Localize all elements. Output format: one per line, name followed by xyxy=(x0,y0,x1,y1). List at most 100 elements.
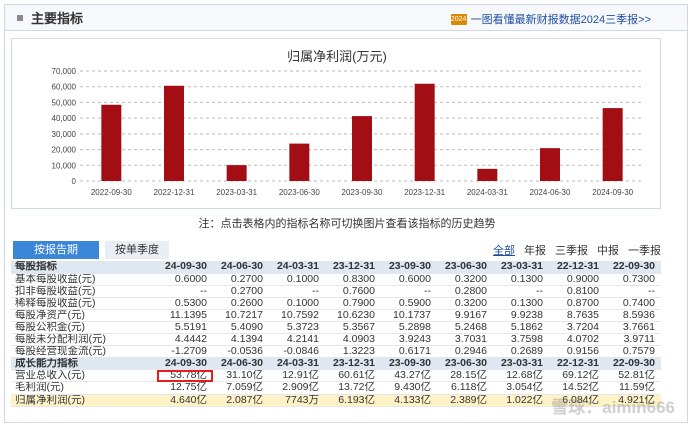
x-tick-label: 2022-12-31 xyxy=(154,188,195,197)
table-cell: 4.1394 xyxy=(213,333,269,347)
table-cell: 3.7204 xyxy=(549,321,605,335)
table-cell: 10.7217 xyxy=(213,309,269,322)
table-cell: 4.921亿 xyxy=(605,394,661,407)
table-cell: 9.9238 xyxy=(493,309,549,322)
promo-link[interactable]: 2024 一图看懂最新财报数据2024三季报>> xyxy=(450,11,651,27)
y-tick-label: 40,000 xyxy=(52,114,77,123)
period-header: 24-09-30 xyxy=(157,357,213,371)
table-cell: 7.059亿 xyxy=(213,381,269,395)
table-cell: 0.7400 xyxy=(605,297,661,310)
period-header: 22-09-30 xyxy=(605,261,661,274)
chart-bar xyxy=(477,168,498,181)
table-row: 扣非每股收益(元) -- 0.2700 -- 0.7600 -- 0.2800 -- 0.810… xyxy=(11,285,661,298)
filter-all[interactable]: 全部 xyxy=(493,242,515,258)
indicator-name[interactable]: 基本每股收益(元) xyxy=(11,273,157,286)
table-cell: 0.5300 xyxy=(157,297,213,310)
period-header: 22-09-30 xyxy=(605,357,661,371)
period-header: 24-06-30 xyxy=(213,357,269,371)
period-header: 23-12-31 xyxy=(325,357,381,371)
table-cell: 5.3567 xyxy=(325,321,381,335)
table-cell: 4.0903 xyxy=(325,333,381,347)
table-cell: 43.27亿 xyxy=(381,369,437,383)
table-cell: 6.084亿 xyxy=(549,394,605,407)
table-cell: 5.3723 xyxy=(269,321,325,335)
table-cell: 0.2946 xyxy=(437,345,493,359)
indicator-name[interactable]: 毛利润(元) xyxy=(11,381,157,395)
table-cell: 4.2141 xyxy=(269,333,325,347)
indicator-name[interactable]: 营业总收入(元) xyxy=(11,369,157,383)
x-tick-label: 2022-09-30 xyxy=(91,188,132,197)
financial-table: 每股指标 24-09-30 24-06-30 24-03-31 23-12-31 23-0… xyxy=(11,261,661,407)
table-cell: 0.2689 xyxy=(493,345,549,359)
period-header: 23-03-31 xyxy=(493,261,549,274)
table-cell: 8.5936 xyxy=(605,309,661,322)
filter-annual[interactable]: 年报 xyxy=(524,242,546,258)
table-cell: 0.7579 xyxy=(605,345,661,359)
table-cell: -0.0536 xyxy=(213,345,269,359)
indicator-name[interactable]: 稀释每股收益(元) xyxy=(11,297,157,310)
table-cell: 69.12亿 xyxy=(549,369,605,383)
table-row: 毛利润(元) 12.75亿 7.059亿 2.909亿 13.72亿 9.430亿 6.11… xyxy=(11,381,661,395)
table-cell: 1.022亿 xyxy=(493,394,549,407)
table-cell: 3.7661 xyxy=(605,321,661,335)
bullet-icon xyxy=(17,14,23,21)
table-row: 每股净资产(元) 11.1395 10.7217 10.7592 10.6230 10.1… xyxy=(11,309,661,322)
period-header: 24-03-31 xyxy=(269,261,325,274)
table-cell: 5.2468 xyxy=(437,321,493,335)
table-cell: 31.10亿 xyxy=(213,369,269,383)
table-cell: 5.1862 xyxy=(493,321,549,335)
filter-q1[interactable]: 一季报 xyxy=(628,242,661,258)
period-tabs: 按报告期 按单季度 全部 年报 三季报 中报 一季报 xyxy=(11,241,661,259)
period-header: 23-09-30 xyxy=(381,261,437,274)
table-cell: 13.72亿 xyxy=(325,381,381,395)
tab-by-single-quarter[interactable]: 按单季度 xyxy=(105,241,169,259)
table-cell: 0.2700 xyxy=(213,273,269,286)
chart-bar xyxy=(101,104,122,181)
table-cell: -- xyxy=(605,285,661,298)
indicator-name[interactable]: 每股未分配利润(元) xyxy=(11,333,157,347)
table-cell: 0.8700 xyxy=(549,297,605,310)
table-cell: 4.133亿 xyxy=(381,394,437,407)
x-tick-label: 2023-09-30 xyxy=(342,188,383,197)
table-cell: 11.1395 xyxy=(157,309,213,322)
table-cell: 28.15亿 xyxy=(437,369,493,383)
table-cell: 9.430亿 xyxy=(381,381,437,395)
filter-q3[interactable]: 三季报 xyxy=(555,242,588,258)
tab-by-report-period[interactable]: 按报告期 xyxy=(13,241,99,259)
table-row: 基本每股收益(元) 0.6000 0.2700 0.1000 0.8300 0.6000 0… xyxy=(11,273,661,286)
y-tick-label: 70,000 xyxy=(52,67,77,76)
table-cell: 0.2600 xyxy=(213,297,269,310)
period-header: 23-09-30 xyxy=(381,357,437,371)
table-cell: 0.6000 xyxy=(381,273,437,286)
table-row: 稀释每股收益(元) 0.5300 0.2600 0.1000 0.7900 0.5900 0… xyxy=(11,297,661,310)
indicator-name[interactable]: 扣非每股收益(元) xyxy=(11,285,157,298)
table-cell: 60.61亿 xyxy=(325,369,381,383)
indicator-name[interactable]: 归属净利润(元) xyxy=(11,394,157,407)
chart-container: 归属净利润(万元) 0 10,000 20,000 30,000 40,000 50,000… xyxy=(11,38,661,209)
promo-link-text: 一图看懂最新财报数据2024三季报>> xyxy=(470,14,651,26)
table-cell: 0.1300 xyxy=(493,273,549,286)
y-tick-label: 60,000 xyxy=(52,83,77,92)
table-cell: 3.9243 xyxy=(381,333,437,347)
y-tick-label: 10,000 xyxy=(52,161,77,170)
table-cell: 4.640亿 xyxy=(157,394,213,407)
hint-note: 注：点击表格内的指标名称可切换图片查看该指标的历史趋势 xyxy=(198,218,496,230)
table-cell: -0.0846 xyxy=(269,345,325,359)
period-header: 23-06-30 xyxy=(437,357,493,371)
table-cell: 0.1000 xyxy=(269,297,325,310)
table-row: 营业总收入(元) 53.78亿 31.10亿 12.91亿 60.61亿 43.27亿 28… xyxy=(11,369,661,383)
section-title: 每股指标 xyxy=(11,261,157,274)
indicator-name[interactable]: 每股净资产(元) xyxy=(11,309,157,322)
table-cell: -- xyxy=(381,285,437,298)
indicator-name[interactable]: 每股公积金(元) xyxy=(11,321,157,335)
net-profit-chart: 归属净利润(万元) 0 10,000 20,000 30,000 40,000 50,000… xyxy=(52,49,644,197)
period-header: 22-12-31 xyxy=(549,261,605,274)
table-cell: 5.5191 xyxy=(157,321,213,335)
table-cell: 2.389亿 xyxy=(437,394,493,407)
table-cell: 53.78亿 xyxy=(157,369,213,383)
indicator-name[interactable]: 每股经营现金流(元) xyxy=(11,345,157,359)
filter-interim[interactable]: 中报 xyxy=(597,242,619,258)
table-cell: 0.6000 xyxy=(157,273,213,286)
report-type-filters: 全部 年报 三季报 中报 一季报 xyxy=(493,242,661,258)
y-tick-label: 50,000 xyxy=(52,98,77,107)
